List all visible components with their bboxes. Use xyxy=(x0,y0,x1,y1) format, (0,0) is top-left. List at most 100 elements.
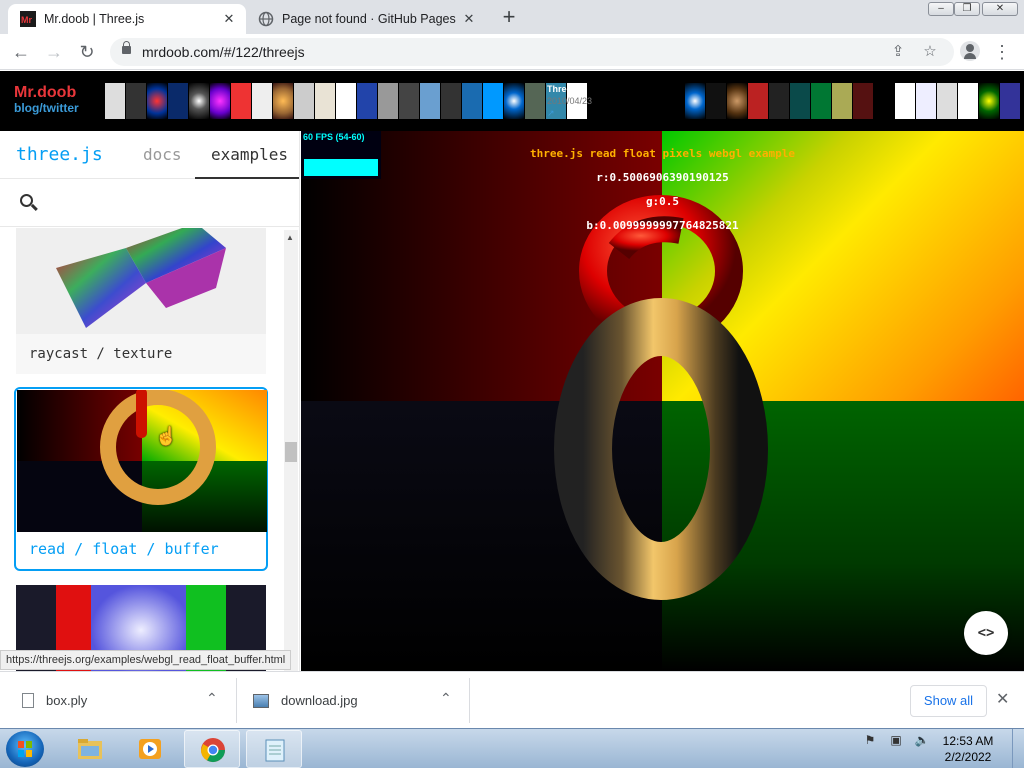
reload-button[interactable]: ↻ xyxy=(74,39,100,65)
system-clock[interactable]: 12:53 AM 2/2/2022 xyxy=(938,733,998,765)
project-thumbnail[interactable] xyxy=(525,83,545,119)
menu-icon[interactable]: ⋮ xyxy=(993,39,1011,65)
project-thumbnail[interactable] xyxy=(790,83,810,119)
close-window-button[interactable]: ✕ xyxy=(982,2,1018,16)
volume-icon[interactable]: 🔈 xyxy=(914,733,930,749)
project-thumbnail[interactable] xyxy=(252,83,272,119)
project-thumbnail[interactable] xyxy=(769,83,789,119)
project-thumbnails-left xyxy=(105,83,588,119)
taskbar-explorer-button[interactable] xyxy=(62,730,118,768)
project-thumbnail[interactable] xyxy=(853,83,873,119)
project-thumbnail[interactable] xyxy=(727,83,747,119)
minimize-button[interactable]: – xyxy=(928,2,954,16)
tab-close-icon[interactable]: ✕ xyxy=(218,11,240,27)
scroll-up-arrow-icon[interactable]: ▲ xyxy=(286,233,294,242)
system-tray: ⚑ ▣ 🔈 xyxy=(862,733,940,749)
share-icon[interactable]: ⇪ xyxy=(888,42,908,62)
project-thumbnail[interactable] xyxy=(685,83,705,119)
close-download-shelf-icon[interactable]: ✕ xyxy=(996,689,1009,709)
show-all-button[interactable]: Show all xyxy=(910,685,987,717)
project-thumbnail[interactable] xyxy=(979,83,999,119)
project-thumbnail[interactable] xyxy=(105,83,125,119)
project-thumbnail[interactable] xyxy=(126,83,146,119)
logo-subtitle[interactable]: blog/twitter xyxy=(14,101,79,115)
project-thumbnail[interactable] xyxy=(811,83,831,119)
project-thumbnail[interactable] xyxy=(748,83,768,119)
logo-title[interactable]: Mr.doob xyxy=(14,84,76,101)
lock-icon[interactable] xyxy=(122,41,131,54)
project-thumbnail[interactable] xyxy=(336,83,356,119)
project-date: 2010/04/23 xyxy=(547,96,593,106)
back-button[interactable]: ← xyxy=(8,39,34,65)
brand-link[interactable]: three.js xyxy=(16,144,103,165)
start-button[interactable] xyxy=(6,731,44,767)
project-thumbnail[interactable] xyxy=(147,83,167,119)
forward-button[interactable]: → xyxy=(41,39,67,65)
taskbar-media-player-button[interactable] xyxy=(122,730,178,768)
example-card[interactable]: raycast / texture xyxy=(16,228,266,374)
svg-text:Mr: Mr xyxy=(21,15,32,25)
project-thumbnail[interactable] xyxy=(937,83,957,119)
view-source-button[interactable]: <> xyxy=(964,611,1008,655)
tab-examples[interactable]: examples xyxy=(211,145,288,164)
project-thumbnail[interactable] xyxy=(874,83,894,119)
chevron-up-icon[interactable]: ⌃ xyxy=(440,690,452,707)
project-thumbnail[interactable] xyxy=(378,83,398,119)
example-card-selected[interactable]: ☝ read / float / buffer xyxy=(14,387,268,571)
windows-logo-icon xyxy=(18,741,32,757)
project-name[interactable]: Three.js xyxy=(547,83,592,95)
project-thumbnail[interactable] xyxy=(441,83,461,119)
project-thumbnail[interactable] xyxy=(189,83,209,119)
tab-close-icon[interactable]: ✕ xyxy=(458,11,480,27)
network-icon[interactable]: ▣ xyxy=(888,733,904,749)
project-thumbnail[interactable] xyxy=(958,83,978,119)
raycast-texture-preview xyxy=(56,228,226,328)
project-thumbnail[interactable] xyxy=(210,83,230,119)
tab-github-pages[interactable]: Page not found · GitHub Pages ✕ xyxy=(246,4,486,34)
project-thumbnail[interactable] xyxy=(420,83,440,119)
project-thumbnail[interactable] xyxy=(706,83,726,119)
url-text[interactable]: mrdoob.com/#/122/threejs xyxy=(142,44,305,60)
fps-stats-panel[interactable]: 60 FPS (54-60) xyxy=(301,131,381,179)
restore-button[interactable]: ❐ xyxy=(954,2,980,16)
search-icon[interactable] xyxy=(20,194,33,207)
star-icon[interactable]: ☆ xyxy=(920,42,940,62)
file-icon xyxy=(22,693,34,708)
mrdoob-logo[interactable]: Mr.doob blog/twitter xyxy=(14,84,79,116)
project-thumbnail[interactable] xyxy=(462,83,482,119)
address-bar[interactable]: mrdoob.com/#/122/threejs ⇪ ☆ xyxy=(110,38,954,66)
flag-icon[interactable]: ⚑ xyxy=(862,733,878,749)
chevron-up-icon[interactable]: ⌃ xyxy=(206,690,218,707)
tab-docs[interactable]: docs xyxy=(143,145,182,164)
project-thumbnail[interactable] xyxy=(231,83,251,119)
scrollbar-thumb[interactable] xyxy=(285,442,297,462)
project-thumbnail[interactable] xyxy=(1000,83,1020,119)
project-thumbnail[interactable] xyxy=(832,83,852,119)
project-thumbnail[interactable] xyxy=(294,83,314,119)
windows-taskbar: ⚑ ▣ 🔈 12:53 AM 2/2/2022 xyxy=(0,728,1024,768)
project-thumbnail[interactable] xyxy=(357,83,377,119)
project-thumbnail[interactable] xyxy=(273,83,293,119)
taskbar-notepad-button[interactable] xyxy=(246,730,302,768)
profile-avatar-icon[interactable] xyxy=(960,41,980,61)
project-thumbnail[interactable] xyxy=(916,83,936,119)
webgl-viewport[interactable]: three.js read float pixels webgl example… xyxy=(301,131,1024,671)
new-tab-button[interactable]: + xyxy=(496,5,522,31)
project-thumbnail[interactable] xyxy=(168,83,188,119)
project-thumbnail[interactable] xyxy=(483,83,503,119)
search-box[interactable] xyxy=(0,179,299,227)
tab-mrdoob[interactable]: Mr Mr.doob | Three.js ✕ xyxy=(8,4,246,34)
read-float-buffer-preview xyxy=(17,390,267,532)
external-link-icon[interactable]: ↗ xyxy=(547,107,592,119)
download-item[interactable]: box.ply ⌃ xyxy=(0,672,236,729)
project-thumbnail[interactable] xyxy=(399,83,419,119)
download-item[interactable]: download.jpg ⌃ xyxy=(236,672,470,729)
project-info: Three.js 2010/04/23 ↗ xyxy=(547,83,592,119)
show-desktop-button[interactable] xyxy=(1012,729,1024,768)
project-thumbnail[interactable] xyxy=(895,83,915,119)
download-filename[interactable]: box.ply xyxy=(46,693,87,708)
download-filename[interactable]: download.jpg xyxy=(281,693,358,708)
project-thumbnail[interactable] xyxy=(504,83,524,119)
project-thumbnail[interactable] xyxy=(315,83,335,119)
taskbar-chrome-button[interactable] xyxy=(184,730,240,768)
